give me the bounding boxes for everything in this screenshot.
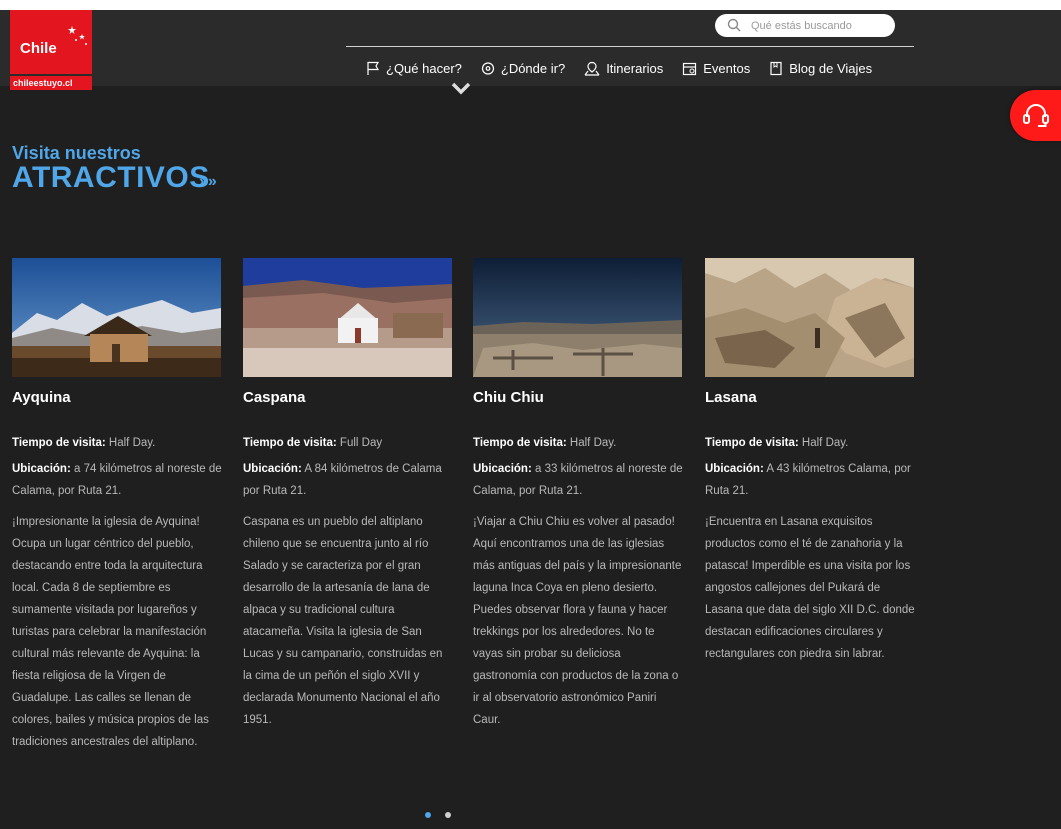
card-description: ¡Encuentra en Lasana exquisitos producto… xyxy=(705,516,915,660)
location: Ubicación: a 33 kilómetros al noreste de… xyxy=(473,458,683,502)
visit-label: Tiempo de visita: xyxy=(243,437,337,449)
card-image[interactable] xyxy=(12,258,221,377)
nav-item-itinerarios[interactable]: Itinerarios xyxy=(584,61,663,76)
double-chevron-right-icon[interactable]: »» xyxy=(199,173,217,191)
location: Ubicación: a 74 kilómetros al noreste de… xyxy=(12,458,222,502)
nav-item-blog[interactable]: Blog de Viajes xyxy=(769,61,872,76)
nav-item-que-hacer[interactable]: ¿Qué hacer? xyxy=(366,61,462,76)
nav-label: Blog de Viajes xyxy=(789,60,873,76)
book-icon xyxy=(770,61,782,75)
card-title[interactable]: Ayquina xyxy=(12,389,222,409)
card-description: ¡Viajar a Chiu Chiu es volver al pasado!… xyxy=(473,516,682,726)
visit-time: Tiempo de visita: Full Day xyxy=(243,432,453,454)
search-icon[interactable] xyxy=(727,18,741,32)
nav-label: Eventos xyxy=(703,60,751,76)
stars-icon xyxy=(68,26,87,45)
search-input[interactable] xyxy=(749,16,893,36)
location: Ubicación: A 84 kilómetros de Calama por… xyxy=(243,458,453,502)
nav-label: Itinerarios xyxy=(606,60,664,76)
location-icon xyxy=(481,61,494,75)
help-button[interactable] xyxy=(1010,90,1061,141)
section-title: ATRACTIVOS xyxy=(12,161,210,194)
carousel-pagination xyxy=(425,805,465,823)
card-title[interactable]: Lasana xyxy=(705,389,915,409)
attraction-card-chiu-chiu[interactable]: Chiu Chiu Tiempo de visita: Half Day. Ub… xyxy=(473,258,683,731)
logo-text: Chile xyxy=(20,40,57,57)
nav-item-donde-ir[interactable]: ¿Dónde ir? xyxy=(481,61,565,76)
visit-value: Full Day xyxy=(336,437,383,449)
attraction-card-caspana[interactable]: Caspana Tiempo de visita: Full Day Ubica… xyxy=(243,258,453,731)
chevron-down-icon[interactable] xyxy=(451,82,471,96)
nav-divider xyxy=(346,46,914,47)
location-label: Ubicación: xyxy=(243,463,302,475)
pagination-dot-2[interactable] xyxy=(445,812,451,818)
nav-label: ¿Qué hacer? xyxy=(386,60,462,76)
visit-value: Half Day. xyxy=(105,437,156,449)
visit-label: Tiempo de visita: xyxy=(705,437,799,449)
visit-label: Tiempo de visita: xyxy=(12,437,106,449)
card-image[interactable] xyxy=(705,258,914,377)
nav-label: ¿Dónde ir? xyxy=(500,60,566,76)
main-nav: ¿Qué hacer? ¿Dónde ir? Itinerarios Event… xyxy=(366,58,872,78)
flag-icon xyxy=(367,61,380,75)
card-title[interactable]: Caspana xyxy=(243,389,453,409)
visit-value: Half Day. xyxy=(798,437,849,449)
location-label: Ubicación: xyxy=(705,463,764,475)
card-description: ¡Impresionante la iglesia de Ayquina! Oc… xyxy=(12,516,209,748)
location: Ubicación: A 43 kilómetros Calama, por R… xyxy=(705,458,915,502)
location-label: Ubicación: xyxy=(12,463,71,475)
attraction-card-lasana[interactable]: Lasana Tiempo de visita: Half Day. Ubica… xyxy=(705,258,915,665)
page: Chile chileestuyo.cl ¿Qué hacer? xyxy=(0,10,1061,829)
map-pin-icon xyxy=(584,61,600,76)
pagination-dot-1[interactable] xyxy=(425,812,431,818)
headset-icon xyxy=(1023,104,1049,127)
location-label: Ubicación: xyxy=(473,463,532,475)
visit-value: Half Day. xyxy=(566,437,617,449)
attraction-card-ayquina[interactable]: Ayquina Tiempo de visita: Half Day. Ubic… xyxy=(12,258,222,753)
chile-logo[interactable]: Chile xyxy=(10,10,92,74)
visit-time: Tiempo de visita: Half Day. xyxy=(705,432,915,454)
visit-time: Tiempo de visita: Half Day. xyxy=(473,432,683,454)
site-header: Chile chileestuyo.cl ¿Qué hacer? xyxy=(0,10,1061,95)
card-description: Caspana es un pueblo del altiplano chile… xyxy=(243,516,443,726)
card-image[interactable] xyxy=(243,258,452,377)
search-box[interactable] xyxy=(715,14,895,37)
card-title[interactable]: Chiu Chiu xyxy=(473,389,683,409)
card-image[interactable] xyxy=(473,258,682,377)
calendar-icon xyxy=(683,62,697,75)
visit-time: Tiempo de visita: Half Day. xyxy=(12,432,222,454)
nav-item-eventos[interactable]: Eventos xyxy=(682,61,750,76)
visit-label: Tiempo de visita: xyxy=(473,437,567,449)
url-badge[interactable]: chileestuyo.cl xyxy=(10,76,92,90)
